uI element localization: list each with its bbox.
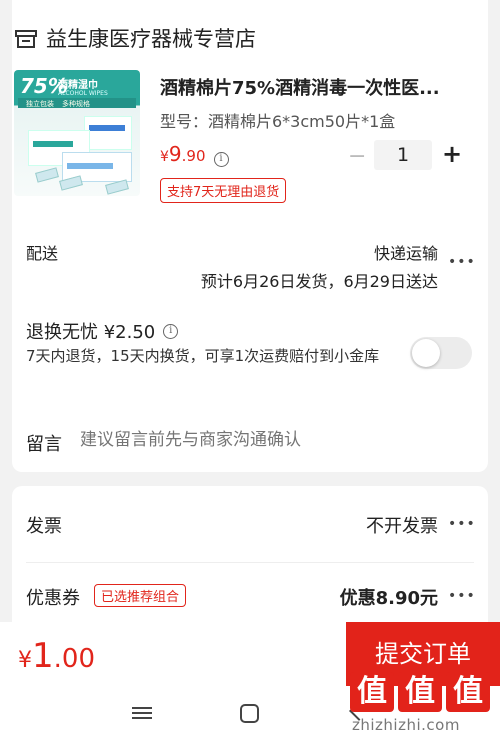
decrease-quantity-button[interactable]: − [348, 144, 366, 169]
image-name-text: 酒精湿巾 [58, 80, 98, 91]
total-price: ¥ 1 .00 [18, 636, 95, 676]
coupon-badge: 已选推荐组合 [94, 584, 187, 607]
return-policy-badge: 支持7天无理由退货 [160, 178, 287, 203]
product-price: ¥ 9 .90 i [160, 142, 229, 167]
store-icon [15, 30, 37, 48]
image-en-text: ALCOHOL WIPES [58, 90, 108, 97]
home-icon[interactable] [240, 704, 259, 723]
worry-free-title: 退换无忧 ¥2.50 i [26, 318, 179, 344]
delivery-method[interactable]: 快递运输 [374, 240, 438, 264]
image-sub1-text: 独立包装 [26, 100, 54, 108]
image-box [84, 116, 132, 150]
price-info-icon[interactable]: i [213, 152, 229, 167]
divider [26, 562, 474, 563]
watermark-url: zhizhizhi.com [352, 716, 460, 734]
product-title[interactable]: 酒精棉片75%酒精消毒一次性医... [160, 74, 478, 100]
coupon-more-icon[interactable]: ••• [448, 588, 476, 604]
watermark-logo: 值 值 值 zhizhizhi.com [350, 672, 500, 742]
increase-quantity-button[interactable]: + [442, 140, 462, 168]
price-integer: 9 [168, 142, 182, 166]
product-image[interactable]: 75% 酒精湿巾 ALCOHOL WIPES 独立包装 多种规格 [14, 70, 140, 196]
message-input[interactable] [80, 430, 470, 450]
watermark-char: 值 [398, 672, 442, 712]
recent-apps-icon[interactable] [132, 704, 152, 722]
coupon-label: 优惠券 [26, 588, 80, 609]
image-sub2-text: 多种规格 [62, 100, 90, 108]
coupon-value[interactable]: 优惠8.90元 [340, 584, 438, 610]
image-banner: 独立包装 多种规格 [18, 98, 136, 108]
delivery-label: 配送 [26, 244, 59, 263]
price-decimal: .90 [181, 147, 206, 165]
total-integer: 1 [32, 636, 54, 676]
more-dots-icon[interactable]: ••• [448, 254, 476, 270]
store-name: 益生康医疗器械专营店 [46, 27, 256, 51]
invoice-value[interactable]: 不开发票 [366, 512, 438, 538]
worry-free-label: 退换无忧 ¥2.50 [26, 322, 156, 343]
message-label: 留言 [26, 434, 62, 455]
total-symbol: ¥ [18, 648, 32, 673]
watermark-char: 值 [446, 672, 490, 712]
invoice-more-icon[interactable]: ••• [448, 516, 476, 532]
image-packet [35, 167, 59, 183]
delivery-estimate[interactable]: 预计6月26日发货，6月29日送达 [201, 268, 438, 292]
worry-free-toggle[interactable] [410, 337, 472, 369]
worry-free-info-icon[interactable]: i [163, 323, 179, 339]
product-spec[interactable]: 型号：酒精棉片6*3cm50片*1盒 [160, 108, 395, 132]
invoice-label: 发票 [26, 516, 62, 537]
store-header[interactable]: 益生康医疗器械专营店 [14, 22, 256, 54]
total-decimal: .00 [53, 644, 95, 674]
price-symbol: ¥ [160, 149, 169, 165]
toggle-knob [412, 339, 440, 367]
worry-free-description: 7天内退货，15天内换货，可享1次运费赔付到小金库 [26, 347, 380, 365]
quantity-field[interactable]: 1 [374, 140, 432, 170]
watermark-char: 值 [350, 672, 394, 712]
